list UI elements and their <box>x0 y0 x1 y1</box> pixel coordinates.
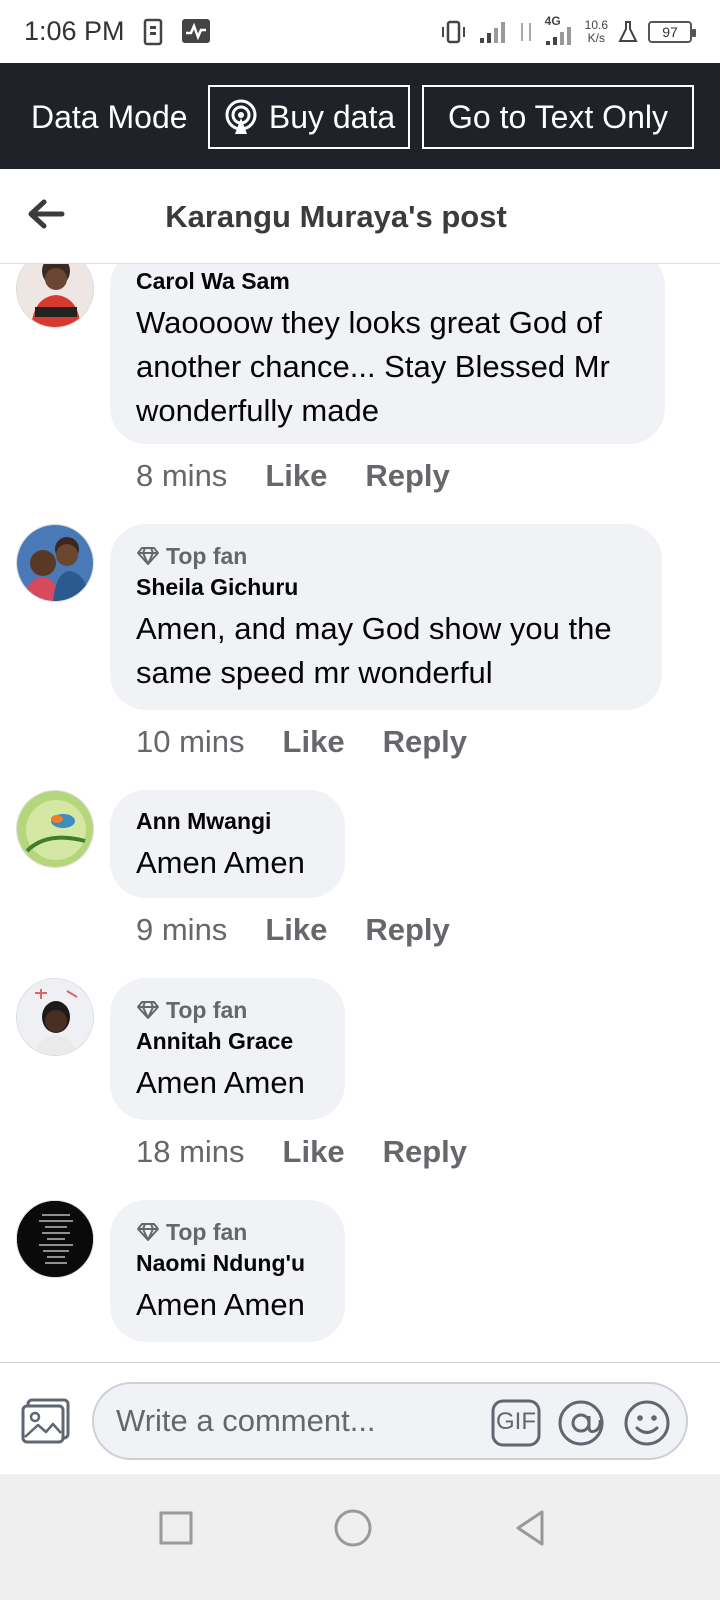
status-bar: 1:06 PM 4G 10.6 K/s 97 <box>0 0 720 64</box>
top-fan-badge: Top fan <box>136 994 319 1026</box>
photo-icon[interactable] <box>20 1397 72 1445</box>
avatar-image <box>17 791 93 867</box>
recent-apps-icon[interactable] <box>152 1504 200 1552</box>
vibrate-icon <box>441 20 465 44</box>
like-button[interactable]: Like <box>265 458 327 494</box>
comment-author[interactable]: Carol Wa Sam <box>136 266 639 296</box>
home-icon[interactable] <box>329 1504 377 1552</box>
comment-author[interactable]: Naomi Ndung'u <box>136 1248 319 1278</box>
comment-author[interactable]: Sheila Gichuru <box>136 572 636 602</box>
flask-icon <box>618 21 638 42</box>
sim-card-icon <box>143 18 163 46</box>
data-mode-label: Data Mode <box>31 99 188 135</box>
text-only-button[interactable]: Go to Text Only <box>422 85 694 149</box>
navigation-bar <box>0 1474 720 1600</box>
top-fan-badge: Top fan <box>136 1216 319 1248</box>
comment-text: Amen, and may God show you the same spee… <box>136 611 612 690</box>
comment-actions: 10 mins Like Reply <box>136 724 467 760</box>
reply-button[interactable]: Reply <box>365 458 449 494</box>
avatar-image <box>17 979 93 1055</box>
comment-text: Waoooow they looks great God of another … <box>136 305 610 428</box>
avatar[interactable] <box>16 1200 94 1278</box>
comment-bubble[interactable]: Ann Mwangi Amen Amen <box>110 790 345 898</box>
net-speed: 10.6 K/s <box>585 19 608 45</box>
status-time: 1:06 PM <box>24 16 125 46</box>
comment-author[interactable]: Ann Mwangi <box>136 806 319 836</box>
comment-time: 8 mins <box>136 458 228 493</box>
like-button[interactable]: Like <box>283 724 345 760</box>
like-button[interactable]: Like <box>265 912 327 948</box>
diamond-icon <box>137 547 159 565</box>
back-nav-icon[interactable] <box>506 1504 554 1552</box>
buy-data-button[interactable]: Buy data <box>208 85 410 149</box>
diamond-icon <box>137 1001 159 1019</box>
data-mode-bar: Data Mode Buy data Go to Text Only <box>0 63 720 169</box>
avatar[interactable] <box>16 264 94 328</box>
buy-data-label: Buy data <box>268 98 396 135</box>
avatar-image <box>17 525 93 601</box>
like-button[interactable]: Like <box>283 1134 345 1170</box>
gif-button[interactable]: GIF <box>490 1398 542 1448</box>
comment-time: 9 mins <box>136 912 228 947</box>
diamond-icon <box>137 1223 159 1241</box>
mention-icon[interactable] <box>555 1398 607 1448</box>
comment-time: 18 mins <box>136 1134 245 1169</box>
status-right: 4G 10.6 K/s 97 <box>439 14 696 50</box>
badge-label: Top fan <box>166 996 248 1023</box>
broadcast-icon <box>225 99 257 134</box>
comment-time: 10 mins <box>136 724 245 759</box>
comment-actions: 18 mins Like Reply <box>136 1134 467 1170</box>
avatar-image <box>17 1201 93 1277</box>
comment-bubble[interactable]: Top fan Annitah Grace Amen Amen <box>110 978 345 1120</box>
reply-button[interactable]: Reply <box>383 724 467 760</box>
comment-bubble[interactable]: Carol Wa Sam Waoooow they looks great Go… <box>110 264 665 444</box>
avatar-image <box>17 264 93 327</box>
text-only-label: Go to Text Only <box>448 98 668 135</box>
net-speed-unit: K/s <box>587 31 605 45</box>
data-transfer-icon <box>520 23 531 41</box>
avatar[interactable] <box>16 978 94 1056</box>
badge-label: Top fan <box>166 542 248 569</box>
comment-input-wrap: GIF <box>92 1382 688 1460</box>
gif-label: GIF <box>496 1408 536 1435</box>
activity-icon <box>182 19 210 43</box>
signal-icon <box>479 22 505 43</box>
comment-text: Amen Amen <box>136 1287 305 1322</box>
post-header: Karangu Muraya's post <box>0 169 720 264</box>
reply-button[interactable]: Reply <box>383 1134 467 1170</box>
top-fan-badge: Top fan <box>136 540 636 572</box>
signal-4g: 4G <box>545 14 575 46</box>
comment-input[interactable] <box>116 1384 476 1458</box>
emoji-icon[interactable] <box>621 1398 673 1448</box>
comment-text: Amen Amen <box>136 845 305 880</box>
comment-actions: 8 mins Like Reply <box>136 458 450 494</box>
page-title: Karangu Muraya's post <box>165 199 507 234</box>
comment-text: Amen Amen <box>136 1065 305 1100</box>
battery-level: 97 <box>662 24 678 40</box>
comment-author[interactable]: Annitah Grace <box>136 1026 319 1056</box>
reply-button[interactable]: Reply <box>365 912 449 948</box>
comment-actions: 9 mins Like Reply <box>136 912 450 948</box>
comment-bubble[interactable]: Top fan Sheila Gichuru Amen, and may God… <box>110 524 662 710</box>
signal-4g-icon <box>545 27 571 45</box>
comment-composer: GIF <box>0 1362 720 1474</box>
comment-bubble[interactable]: Top fan Naomi Ndung'u Amen Amen <box>110 1200 345 1342</box>
avatar[interactable] <box>16 790 94 868</box>
battery-icon: 97 <box>648 21 696 43</box>
comments-list[interactable]: Carol Wa Sam Waoooow they looks great Go… <box>0 264 720 1362</box>
badge-label: Top fan <box>166 1218 248 1245</box>
avatar[interactable] <box>16 524 94 602</box>
